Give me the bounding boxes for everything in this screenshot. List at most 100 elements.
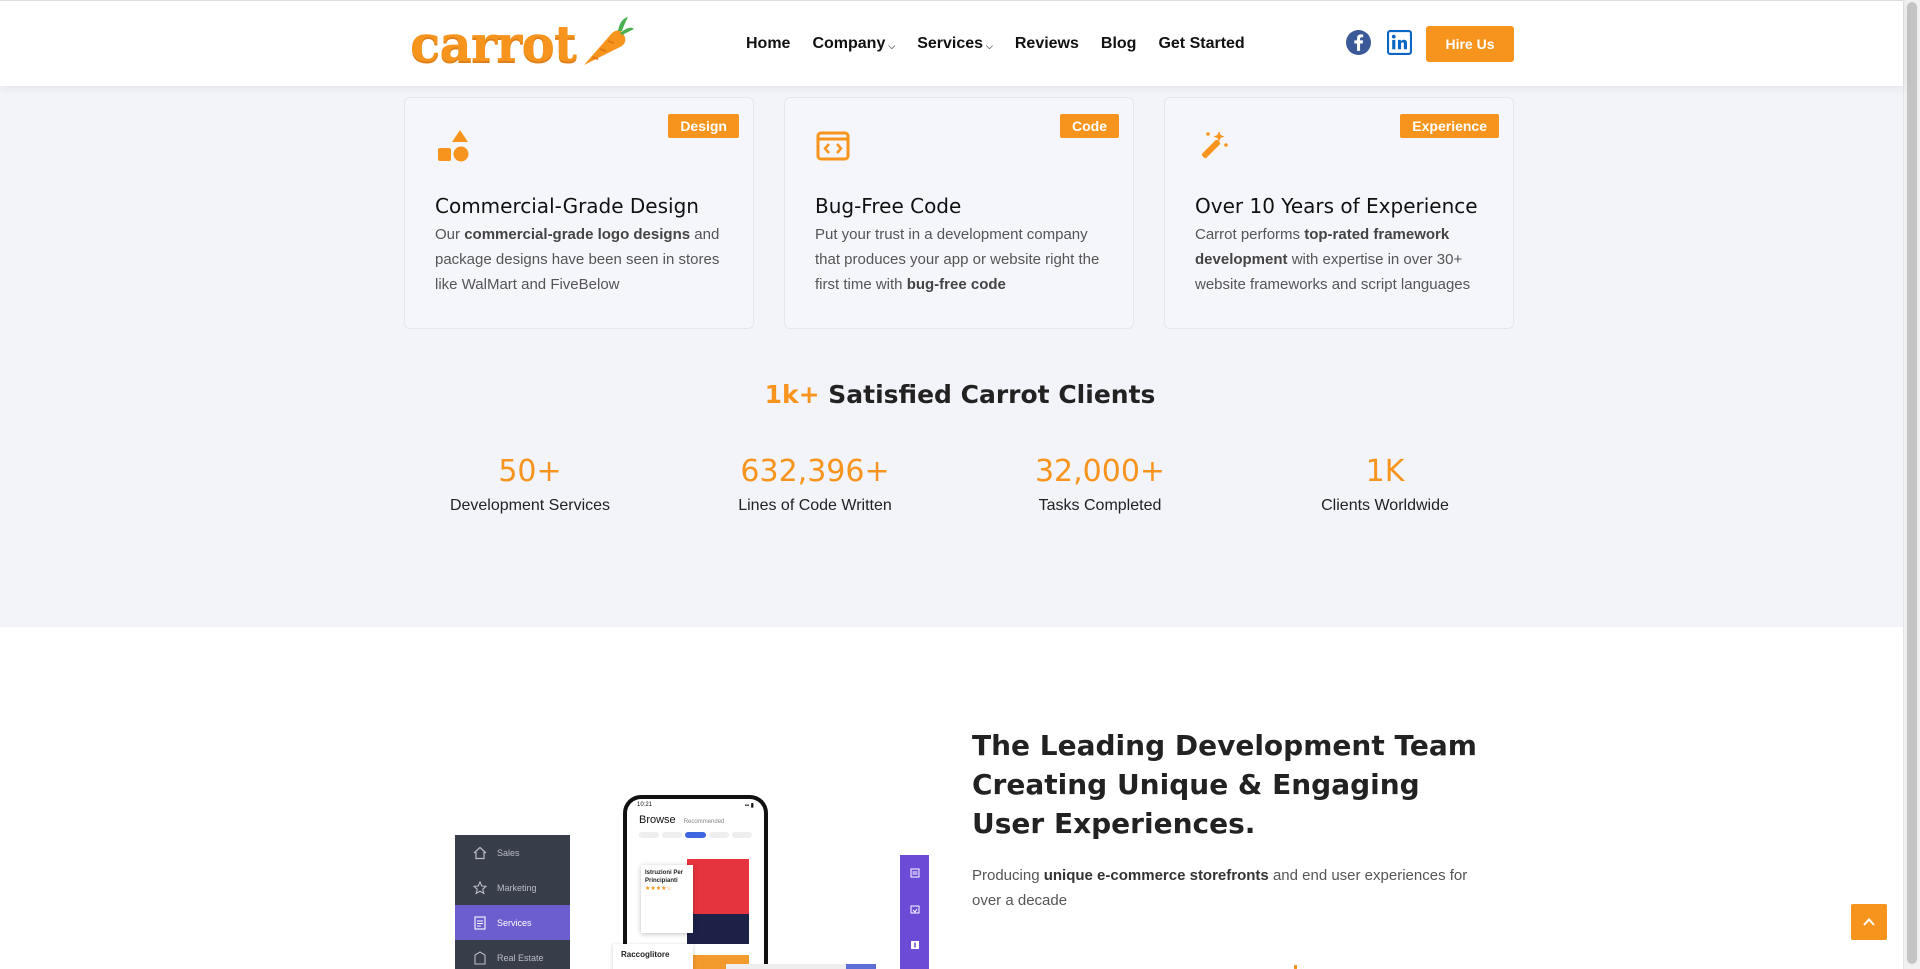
code-icon — [816, 131, 850, 161]
stat-number: 1K — [1365, 454, 1405, 489]
nav-home[interactable]: Home — [746, 35, 790, 53]
stat-number: 32,000+ — [1034, 454, 1166, 489]
stat-clients-worldwide: 1K Clients Worldwide — [1255, 454, 1515, 515]
facebook-icon[interactable] — [1346, 30, 1371, 55]
phone-mockup: 10:21 ▪▪ ▮ Browse Recommended Istruzioni P… — [623, 795, 768, 969]
document-icon — [474, 915, 486, 930]
mockup-sidebar-item-active: Services — [455, 905, 570, 940]
page-scrollbar[interactable] — [1903, 0, 1920, 969]
clients-heading-text: Satisfied Carrot Clients — [819, 380, 1156, 409]
desc-bold: bug-free code — [906, 276, 1006, 293]
stat-development-services: 50+ Development Services — [400, 454, 660, 515]
star-icon — [473, 880, 487, 895]
mockup-progress-fill — [846, 964, 876, 969]
stat-label: Tasks Completed — [1038, 497, 1162, 514]
card-title: Over 10 Years of Experience — [1195, 194, 1478, 218]
section-description: Producing unique e-commerce storefronts … — [972, 863, 1492, 913]
mockup-progress-bar — [726, 964, 876, 969]
nav-company[interactable]: Company ⌵ — [812, 35, 895, 53]
carrot-logo[interactable]: carrot — [410, 13, 636, 73]
phone-book-card: Istruzioni Per Principianti ★★★★☆ — [641, 865, 693, 933]
linkedin-icon[interactable] — [1387, 30, 1412, 55]
feature-card-code: Code Bug-Free Code Put your trust in a d… — [784, 97, 1134, 329]
phone-heading: Browse Recommended — [627, 812, 764, 828]
desc-text: Producing — [972, 867, 1044, 884]
nav-blog-label: Blog — [1100, 35, 1137, 52]
mockup-item-label: Services — [497, 917, 532, 928]
desc-text: Carrot performs — [1195, 226, 1305, 243]
nav-reviews[interactable]: Reviews — [1015, 35, 1079, 53]
phone-heading-text: Browse — [639, 814, 676, 826]
phone-subheading: Recommended — [683, 819, 725, 825]
mockup-item-label: Marketing — [497, 882, 537, 893]
stat-number: 50+ — [498, 454, 562, 489]
feature-card-design: Design Commercial-Grade Design Our comme… — [404, 97, 754, 329]
features-section: Design Commercial-Grade Design Our comme… — [0, 86, 1903, 627]
section-heading: The Leading Development Team Creating Un… — [972, 729, 1477, 840]
card-badge: Experience — [1400, 114, 1499, 138]
stats-icon — [900, 927, 929, 963]
scroll-to-top-button[interactable] — [1851, 904, 1887, 940]
card-title: Bug-Free Code — [815, 194, 962, 218]
mockup-item-label: Sales — [497, 847, 520, 858]
magic-wand-icon — [1201, 131, 1228, 159]
pill — [708, 832, 729, 838]
products-icon — [900, 855, 929, 891]
stat-label: Development Services — [449, 497, 611, 514]
phone-filter-pills — [627, 828, 764, 842]
feature-card-experience: Experience Over 10 Years of Experience C… — [1164, 97, 1514, 329]
clients-count: 1k+ — [764, 380, 820, 409]
mockup-label-card: Raccoglitore — [613, 944, 693, 969]
mockup-item-label: Real Estate — [497, 952, 544, 963]
stat-label: Lines of Code Written — [738, 497, 892, 514]
pill-active — [685, 832, 706, 838]
hire-us-button[interactable]: Hire Us — [1426, 26, 1514, 62]
desc-bold: unique e-commerce storefronts — [1043, 867, 1269, 884]
card-description: Carrot performs top-rated framework deve… — [1195, 222, 1495, 297]
nav-company-label: Company — [812, 35, 886, 52]
calendar-icon — [900, 891, 929, 927]
stat-tasks-completed: 32,000+ Tasks Completed — [970, 454, 1230, 515]
logo-text: carrot — [410, 13, 577, 73]
nav-reviews-label: Reviews — [1014, 35, 1079, 52]
book-title: Istruzioni Per Principianti — [645, 870, 684, 884]
shapes-icon — [438, 130, 469, 162]
home-icon — [473, 846, 487, 859]
stat-number: 632,396+ — [740, 454, 890, 489]
stat-label: Clients Worldwide — [1321, 497, 1449, 514]
pill — [662, 832, 683, 838]
nav-blog[interactable]: Blog — [1101, 35, 1137, 53]
book-cover — [687, 859, 749, 944]
card-title: Commercial-Grade Design — [435, 194, 699, 218]
nav-get-started-label: Get Started — [1158, 35, 1245, 52]
scrollbar-thumb[interactable] — [1907, 2, 1917, 964]
nav-services-label: Services — [917, 35, 984, 52]
rating-stars-icon: ★★★★☆ — [645, 886, 672, 892]
mockup-purple-sidebar — [900, 855, 929, 969]
about-section: Sales Marketing Services Real Estate 10:… — [0, 627, 1903, 969]
card-description: Our commercial-grade logo designs and pa… — [435, 222, 735, 297]
carrot-icon — [583, 17, 634, 65]
main-nav: Home Company ⌵ Services ⌵ Reviews Blog Get… — [746, 1, 1267, 87]
nav-get-started[interactable]: Get Started — [1158, 35, 1244, 53]
stat-lines-of-code: 632,396+ Lines of Code Written — [685, 454, 945, 515]
signal-icon: ▪▪ ▮ — [744, 803, 754, 809]
decorative-dot — [1294, 965, 1297, 969]
desc-text: Our — [435, 226, 465, 243]
social-links — [1346, 30, 1412, 55]
chevron-up-icon — [1863, 918, 1875, 926]
desc-bold: commercial-grade logo designs — [464, 226, 691, 243]
card-description: Put your trust in a development company … — [815, 222, 1115, 297]
mockup-sidebar: Sales Marketing Services Real Estate — [455, 835, 570, 969]
site-header: carrot Home Company ⌵ Services ⌵ Reviews B… — [0, 0, 1903, 86]
phone-time: 10:21 — [637, 802, 653, 808]
pill — [731, 832, 753, 838]
nav-home-label: Home — [746, 35, 791, 52]
chevron-down-icon: ⌵ — [888, 40, 896, 51]
card-badge: Design — [668, 114, 739, 138]
nav-services[interactable]: Services ⌵ — [917, 35, 993, 53]
pill — [639, 832, 660, 838]
book-cover-shade — [687, 914, 749, 944]
card-badge: Code — [1060, 114, 1119, 138]
chevron-down-icon: ⌵ — [986, 40, 993, 51]
